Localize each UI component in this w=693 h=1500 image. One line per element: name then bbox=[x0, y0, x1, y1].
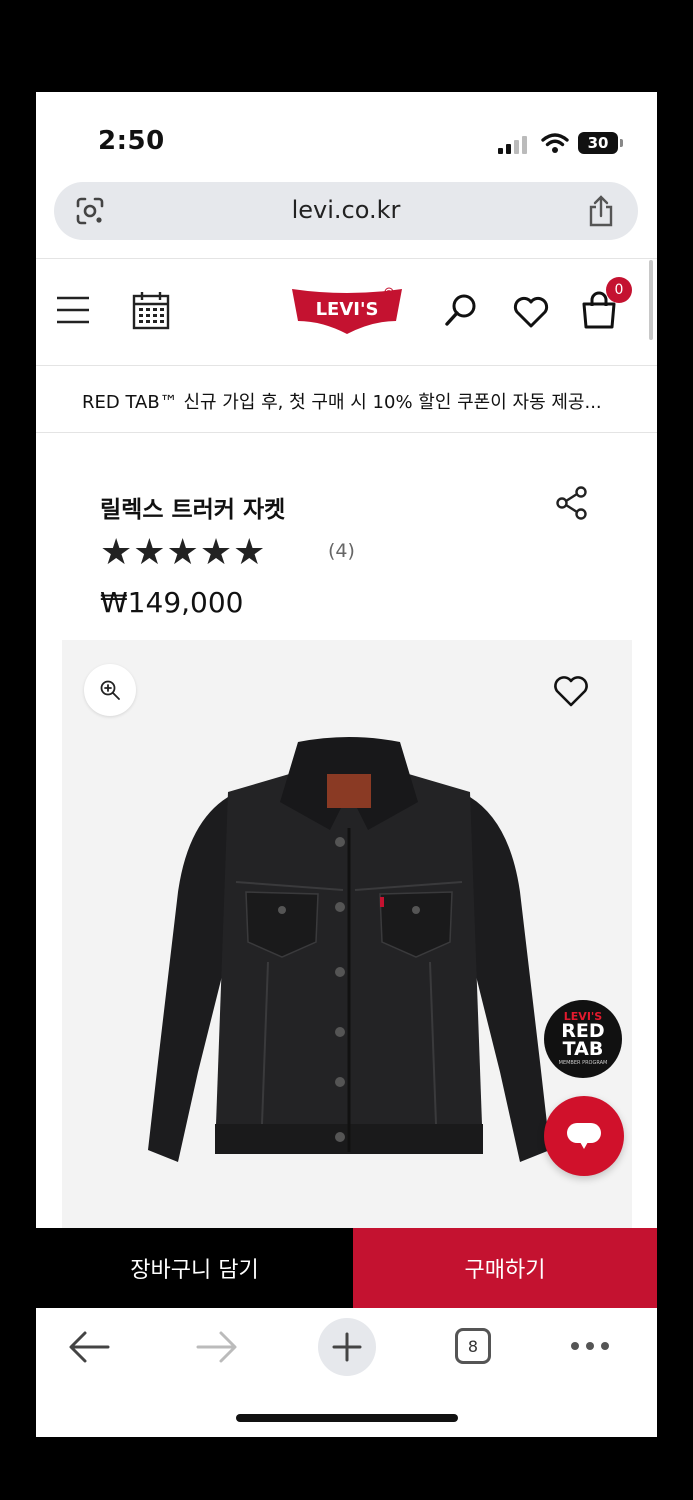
forward-arrow-icon[interactable] bbox=[196, 1330, 238, 1364]
calendar-icon[interactable] bbox=[132, 290, 170, 330]
product-price: ₩149,000 bbox=[100, 586, 244, 619]
product-wishlist-heart-icon[interactable] bbox=[552, 674, 590, 708]
product-image-jacket[interactable] bbox=[118, 732, 580, 1182]
red-tab-membership-badge[interactable]: LEVI'S RED TAB MEMBER PROGRAM bbox=[544, 1000, 622, 1078]
chat-bubble-icon bbox=[567, 1123, 601, 1149]
phone-screen: 2:50 30 levi.co.kr LEVI'S R 0 RED TAB™ 신… bbox=[36, 92, 657, 1437]
url-text[interactable]: levi.co.kr bbox=[54, 196, 638, 224]
zoom-button[interactable] bbox=[84, 664, 136, 716]
add-to-cart-button[interactable]: 장바구니 담기 bbox=[36, 1228, 353, 1308]
plus-icon bbox=[332, 1332, 362, 1362]
search-icon[interactable] bbox=[444, 292, 480, 328]
svg-text:R: R bbox=[387, 290, 391, 297]
red-tab-badge-title: RED TAB bbox=[561, 1020, 605, 1060]
scrollbar[interactable] bbox=[649, 260, 653, 340]
address-bar[interactable]: levi.co.kr bbox=[54, 182, 638, 240]
review-count[interactable]: (4) bbox=[328, 540, 355, 562]
buy-now-button[interactable]: 구매하기 bbox=[353, 1228, 657, 1308]
chat-button[interactable] bbox=[544, 1096, 624, 1176]
promo-banner[interactable]: RED TAB™ 신규 가입 후, 첫 구매 시 10% 할인 쿠폰이 자동 제… bbox=[36, 365, 657, 433]
battery-tip bbox=[620, 139, 623, 147]
svg-text:LEVI'S: LEVI'S bbox=[316, 299, 379, 320]
divider bbox=[36, 258, 657, 259]
star-rating: ★★★★★ bbox=[100, 532, 267, 573]
zoom-in-icon bbox=[100, 680, 120, 700]
more-options-icon[interactable] bbox=[570, 1341, 610, 1351]
red-tab-badge-subtitle: MEMBER PROGRAM bbox=[558, 1060, 608, 1066]
battery-indicator: 30 bbox=[578, 132, 618, 154]
share-icon[interactable] bbox=[554, 485, 590, 521]
product-title: 릴렉스 트러커 자켓 bbox=[100, 497, 286, 523]
back-arrow-icon[interactable] bbox=[68, 1330, 110, 1364]
home-indicator[interactable] bbox=[236, 1414, 458, 1422]
share-icon[interactable] bbox=[586, 194, 616, 228]
levis-logo[interactable]: LEVI'S R bbox=[292, 287, 402, 335]
cellular-signal-icon bbox=[498, 136, 532, 154]
cart-count-badge: 0 bbox=[606, 277, 632, 303]
wishlist-heart-icon[interactable] bbox=[512, 295, 550, 329]
wifi-icon bbox=[541, 133, 569, 153]
promo-text: RED TAB™ 신규 가입 후, 첫 구매 시 10% 할인 쿠폰이 자동 제… bbox=[82, 392, 602, 413]
tab-switcher-button[interactable]: 8 bbox=[455, 1328, 491, 1364]
new-tab-button[interactable] bbox=[318, 1318, 376, 1376]
status-time: 2:50 bbox=[98, 126, 165, 156]
hamburger-menu-icon[interactable] bbox=[56, 294, 90, 326]
